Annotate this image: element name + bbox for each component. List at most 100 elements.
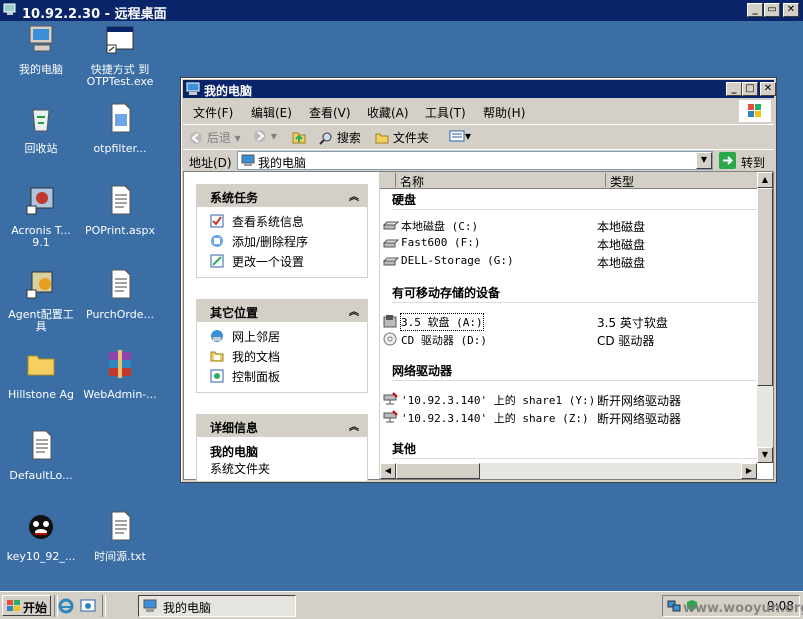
address-input[interactable]: 我的电脑 ▼ xyxy=(237,151,713,170)
windows-logo-icon xyxy=(739,100,771,122)
desktop-icon-time-source[interactable]: 时间源.txt xyxy=(82,510,158,563)
desktop-icon-otpfilter[interactable]: otpfilter... xyxy=(82,102,158,155)
other-places-header[interactable]: 其它位置 ︽ xyxy=(197,300,367,322)
scroll-thumb[interactable] xyxy=(757,188,773,386)
item-name: 本地磁盘 (C:) xyxy=(401,220,479,233)
system-tasks-header[interactable]: 系统任务 ︽ xyxy=(197,185,367,207)
group-removable: 有可移动存储的设备 xyxy=(392,286,501,300)
desktop-icon-webadmin[interactable]: WebAdmin-... xyxy=(82,348,158,401)
desktop-icon-my-computer[interactable]: 我的电脑 xyxy=(3,23,79,76)
up-folder-icon[interactable] xyxy=(291,129,307,145)
explorer-title-bar[interactable]: 我的电脑 _ □ ✕ xyxy=(183,80,776,98)
details-title: 详细信息 xyxy=(210,421,259,435)
menu-edit[interactable]: 编辑(E) xyxy=(251,104,292,121)
task-label: 更改一个设置 xyxy=(232,255,305,269)
collapse-chevron-icon[interactable]: ︽ xyxy=(349,188,359,203)
place-network[interactable]: 网上邻居 xyxy=(210,326,367,346)
desktop-icon-label: Acronis T... xyxy=(11,225,71,237)
column-name[interactable]: 名称 xyxy=(396,173,606,189)
text-file-icon xyxy=(111,511,131,541)
other-places-title: 其它位置 xyxy=(210,306,259,320)
windows-flag-icon xyxy=(7,600,20,611)
desktop-quicklaunch-icon[interactable] xyxy=(80,598,96,614)
menu-favorites[interactable]: 收藏(A) xyxy=(367,104,409,121)
system-tasks-title: 系统任务 xyxy=(210,191,259,205)
desktop-icon-hillstone[interactable]: Hillstone Ag xyxy=(3,348,79,401)
place-control-panel[interactable]: 控制面板 xyxy=(210,366,367,386)
collapse-chevron-icon[interactable]: ︽ xyxy=(349,418,359,433)
desktop-icon-label: 回收站 xyxy=(24,143,58,155)
scroll-thumb-h[interactable] xyxy=(396,463,480,479)
desktop-icon-poprint[interactable]: POPrint.aspx xyxy=(82,184,158,237)
text-file-icon xyxy=(32,430,52,460)
item-name: CD 驱动器 (D:) xyxy=(401,334,487,347)
address-dropdown-button[interactable]: ▼ xyxy=(696,152,712,169)
desktop-icon-purchorder[interactable]: PurchOrde... xyxy=(82,268,158,321)
desktop-icon-label: 快捷方式 到 xyxy=(90,64,150,76)
explorer-close-button[interactable]: ✕ xyxy=(760,82,776,96)
desktop-icon-defaultlog[interactable]: DefaultLo... xyxy=(3,429,79,482)
explorer-minimize-button[interactable]: _ xyxy=(726,82,742,96)
folders-icon xyxy=(375,133,389,144)
menu-view[interactable]: 查看(V) xyxy=(309,104,351,121)
start-button[interactable]: 开始 xyxy=(2,595,51,616)
group-other: 其他 xyxy=(392,442,417,456)
desktop-icon-recycle-bin[interactable]: 回收站 xyxy=(3,102,79,155)
forward-button[interactable]: ▾ xyxy=(253,129,277,143)
ie-quicklaunch-icon[interactable] xyxy=(58,598,74,614)
desktop-icon-key[interactable]: key10_92_... xyxy=(3,510,79,563)
back-button[interactable]: 后退 ▾ xyxy=(189,129,241,146)
go-button[interactable]: 转到 xyxy=(717,150,771,171)
task-change-setting[interactable]: 更改一个设置 xyxy=(210,251,367,271)
task-view-system-info[interactable]: 查看系统信息 xyxy=(210,211,367,231)
menu-help[interactable]: 帮助(H) xyxy=(483,104,525,121)
acronis-icon xyxy=(26,187,54,215)
collapse-chevron-icon[interactable]: ︽ xyxy=(349,303,359,318)
taskbar-task-my-computer[interactable]: 我的电脑 xyxy=(138,595,296,617)
exe-shortcut-icon xyxy=(106,26,134,54)
desktop-icon-agent-config[interactable]: Agent配置工 具 xyxy=(3,268,79,333)
item-name: '10.92.3.140' 上的 share1 (Y:) xyxy=(401,394,596,407)
system-tasks-panel: 系统任务 ︽ 查看系统信息 添加/删除程序 更改一个设置 xyxy=(196,184,368,278)
explorer-window: 我的电脑 _ □ ✕ 文件(F) 编辑(E) 查看(V) 收藏(A) 工具(T)… xyxy=(180,77,777,483)
details-header[interactable]: 详细信息 ︽ xyxy=(197,415,367,437)
item-name: DELL-Storage (G:) xyxy=(401,254,514,267)
desktop-icon-acronis[interactable]: Acronis T... 9.1 xyxy=(3,184,79,249)
group-divider xyxy=(392,302,762,303)
key-cat-icon xyxy=(29,515,53,539)
desktop-icon-label: PurchOrde... xyxy=(86,309,154,321)
address-value: 我的电脑 xyxy=(258,156,307,170)
details-description: 系统文件夹 xyxy=(210,462,271,476)
item-type: 本地磁盘 xyxy=(597,238,646,252)
place-my-documents[interactable]: 我的文档 xyxy=(210,346,367,366)
folder-icon xyxy=(27,355,55,376)
column-type[interactable]: 类型 xyxy=(606,173,761,189)
desktop-icon-label: key10_92_... xyxy=(6,551,76,563)
task-add-remove-programs[interactable]: 添加/删除程序 xyxy=(210,231,367,251)
explorer-maximize-button[interactable]: □ xyxy=(742,82,758,96)
search-button[interactable]: 搜索 xyxy=(319,129,361,146)
desktop-icon-otptest[interactable]: 快捷方式 到 OTPTest.exe xyxy=(82,23,158,88)
cd-drive-icon xyxy=(383,332,397,346)
network-drive-icon xyxy=(383,392,398,405)
scroll-up-button[interactable]: ▲ xyxy=(757,172,773,188)
menu-tools[interactable]: 工具(T) xyxy=(425,104,466,121)
views-button[interactable]: ▾ xyxy=(449,129,471,143)
minimize-button[interactable]: _ xyxy=(747,3,763,17)
network-tray-icon[interactable] xyxy=(667,599,681,613)
document-icon xyxy=(111,103,131,133)
desktop-icon-label-line2: 具 xyxy=(35,321,47,333)
menu-file[interactable]: 文件(F) xyxy=(193,104,233,121)
scroll-right-button[interactable]: ▶ xyxy=(741,463,757,479)
close-button[interactable]: ✕ xyxy=(783,3,799,17)
horizontal-scrollbar[interactable]: ◀ ▶ xyxy=(380,463,757,479)
restore-button[interactable]: ▭ xyxy=(764,3,780,17)
agent-config-icon xyxy=(26,271,53,299)
scroll-left-button[interactable]: ◀ xyxy=(380,463,396,479)
place-label: 我的文档 xyxy=(232,350,281,364)
control-panel-icon xyxy=(210,369,224,383)
explorer-content: 系统任务 ︽ 查看系统信息 添加/删除程序 更改一个设置 其它位置 ︽ 网上邻居 我… xyxy=(183,171,774,482)
vertical-scrollbar[interactable]: ▲ ▼ xyxy=(757,172,773,463)
folders-button[interactable]: 文件夹 xyxy=(375,129,429,146)
scroll-down-button[interactable]: ▼ xyxy=(757,447,773,463)
